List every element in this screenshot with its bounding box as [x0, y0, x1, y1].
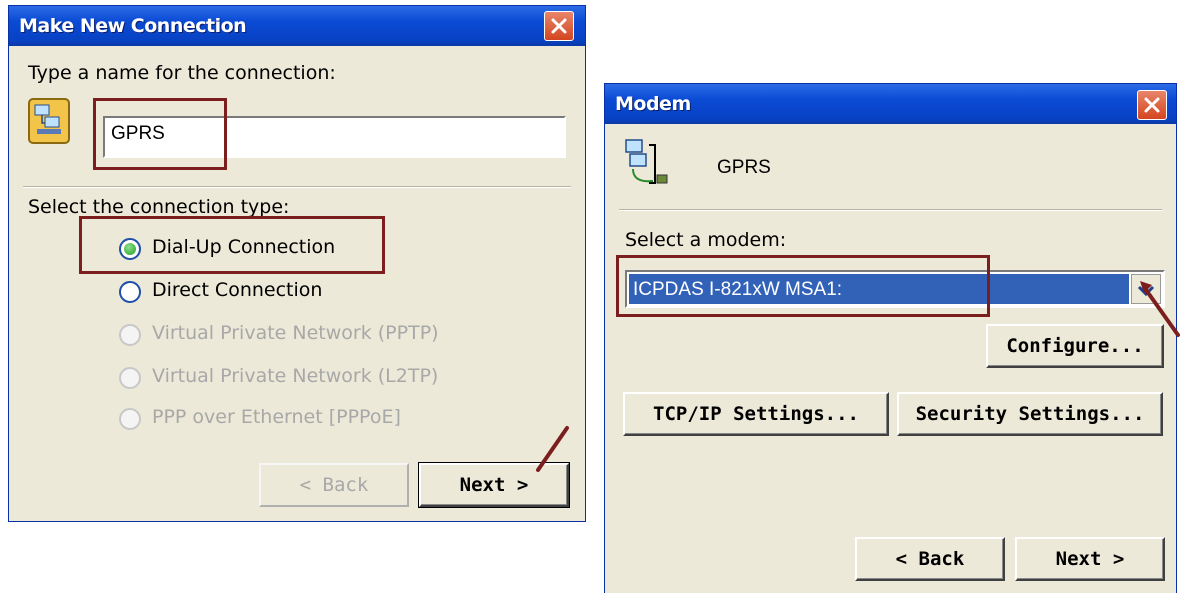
make-new-connection-dialog: Make New Connection Type a name for the …	[8, 5, 586, 522]
radio-label: Virtual Private Network (PPTP)	[152, 322, 439, 344]
annotation-pointer	[536, 426, 569, 472]
close-icon	[1144, 97, 1160, 113]
highlight-modem-box	[616, 255, 990, 317]
radio-label: PPP over Ethernet [PPPoE]	[152, 406, 401, 428]
network-connection-icon	[623, 137, 671, 187]
separator	[619, 209, 1162, 211]
close-button[interactable]	[544, 11, 574, 41]
radio-button	[119, 367, 141, 389]
connection-icon	[27, 97, 71, 145]
separator	[23, 186, 571, 188]
connection-name-label: GPRS	[717, 157, 771, 178]
title-bar: Modem	[605, 84, 1176, 124]
back-button: < Back	[259, 463, 409, 507]
tcpip-settings-button[interactable]: TCP/IP Settings...	[623, 392, 889, 436]
modem-dialog: Modem GPRS Select a modem: ICPDAS I-821x…	[604, 83, 1180, 593]
name-prompt-label: Type a name for the connection:	[28, 62, 336, 84]
type-prompt-label: Select the connection type:	[28, 196, 290, 218]
next-button[interactable]: Next >	[1015, 537, 1165, 581]
modem-prompt-label: Select a modem:	[625, 229, 787, 251]
close-icon	[551, 18, 567, 34]
radio-option-pptp: Virtual Private Network (PPTP)	[119, 322, 519, 348]
radio-label: Virtual Private Network (L2TP)	[152, 365, 439, 387]
radio-button	[119, 324, 141, 346]
highlight-dialup-box	[79, 216, 385, 274]
radio-label: Direct Connection	[152, 279, 323, 301]
close-button[interactable]	[1137, 90, 1167, 120]
radio-button[interactable]	[119, 281, 141, 303]
radio-option-l2tp: Virtual Private Network (L2TP)	[119, 365, 519, 391]
highlight-name-box	[93, 98, 227, 170]
radio-option-direct[interactable]: Direct Connection	[119, 279, 369, 305]
back-button[interactable]: < Back	[855, 537, 1005, 581]
dialog-title: Modem	[615, 93, 691, 115]
title-bar: Make New Connection	[9, 6, 585, 46]
security-settings-button[interactable]: Security Settings...	[897, 392, 1163, 436]
dialog-title: Make New Connection	[19, 15, 247, 37]
configure-button[interactable]: Configure...	[986, 324, 1164, 368]
radio-option-pppoe: PPP over Ethernet [PPPoE]	[119, 406, 519, 432]
radio-button	[119, 408, 141, 430]
